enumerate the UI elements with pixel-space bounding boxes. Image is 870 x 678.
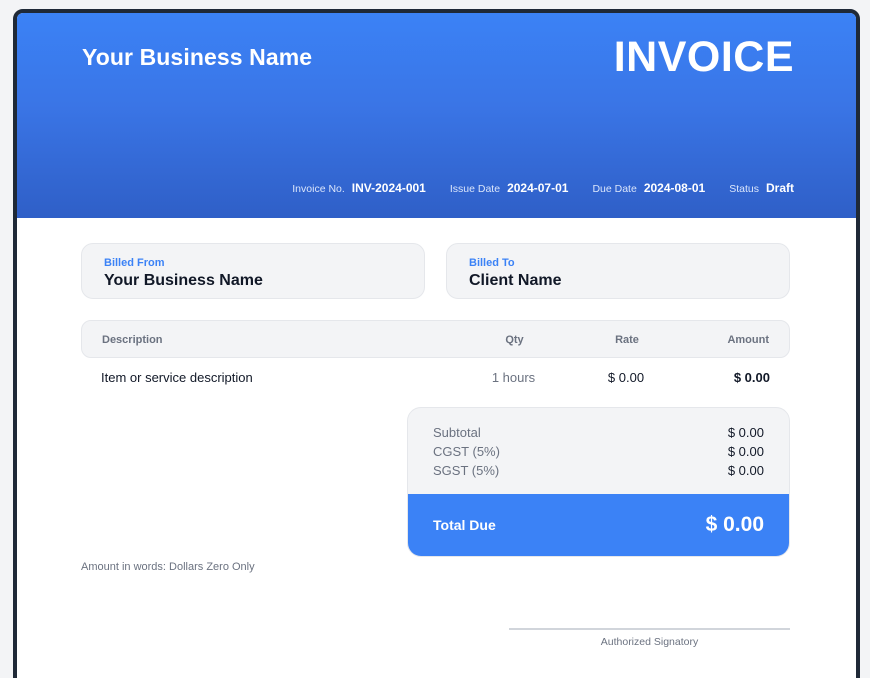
status-badge: Draft: [765, 181, 794, 195]
billed-to-label: Billed To: [469, 257, 515, 269]
col-amount-header: Amount: [727, 334, 769, 346]
meta-due-date: Due Date 2024-08-01: [592, 181, 705, 195]
amount-in-words: Amount in words: Dollars Zero Only: [81, 561, 255, 573]
items-table-header: Description Qty Rate Amount: [81, 320, 790, 358]
business-name: Your Business Name: [82, 44, 313, 70]
billed-from-card: Billed From Your Business Name: [81, 243, 425, 299]
sgst-label: SGST (5%): [433, 463, 500, 478]
signature-label: Authorized Signatory: [600, 636, 699, 648]
invoice-header: Your Business Name INVOICE Invoice No. I…: [17, 13, 856, 218]
signature-line: [509, 628, 790, 630]
sgst-value: $ 0.00: [727, 463, 764, 478]
issue-date-value: 2024-07-01: [507, 181, 569, 195]
invoice-frame: Your Business Name INVOICE Invoice No. I…: [13, 9, 860, 678]
total-due-label: Total Due: [433, 517, 496, 533]
invoice-no-label: Invoice No.: [292, 183, 345, 195]
sgst-row: SGST (5%) $ 0.00: [433, 463, 764, 478]
subtotal-row: Subtotal $ 0.00: [433, 425, 764, 440]
total-due-bar: Total Due $ 0.00: [408, 494, 789, 556]
item-rate: $ 0.00: [607, 370, 645, 385]
cgst-row: CGST (5%) $ 0.00: [433, 444, 764, 459]
billed-from-label: Billed From: [104, 257, 165, 269]
item-amount: $ 0.00: [733, 370, 770, 385]
meta-issue-date: Issue Date 2024-07-01: [450, 181, 569, 195]
cgst-value: $ 0.00: [727, 444, 764, 459]
issue-date-label: Issue Date: [449, 183, 501, 195]
due-date-value: 2024-08-01: [643, 181, 706, 195]
billed-to-card: Billed To Client Name: [446, 243, 790, 299]
meta-invoice-no: Invoice No. INV-2024-001: [292, 181, 426, 195]
status-label: Status: [729, 183, 759, 195]
due-date-label: Due Date: [592, 183, 637, 195]
cgst-label: CGST (5%): [433, 444, 500, 459]
billed-to-name: Client Name: [469, 272, 562, 289]
total-due-value: $ 0.00: [705, 513, 764, 536]
meta-status: Status Draft: [729, 181, 794, 195]
item-description: Item or service description: [101, 370, 253, 385]
invoice-meta: Invoice No. INV-2024-001 Issue Date 2024…: [292, 181, 794, 195]
billed-from-name: Your Business Name: [104, 272, 263, 289]
col-rate-header: Rate: [615, 334, 639, 346]
totals-card: Subtotal $ 0.00 CGST (5%) $ 0.00 SGST (5…: [407, 407, 790, 557]
invoice-title: INVOICE: [613, 33, 794, 81]
item-qty: 1 hours: [491, 370, 536, 385]
col-qty-header: Qty: [505, 334, 524, 346]
subtotal-label: Subtotal: [433, 425, 481, 440]
col-description-header: Description: [102, 334, 163, 346]
table-row: Item or service description 1 hours $ 0.…: [81, 359, 790, 397]
invoice-no-value: INV-2024-001: [351, 181, 426, 195]
subtotal-value: $ 0.00: [727, 425, 764, 440]
